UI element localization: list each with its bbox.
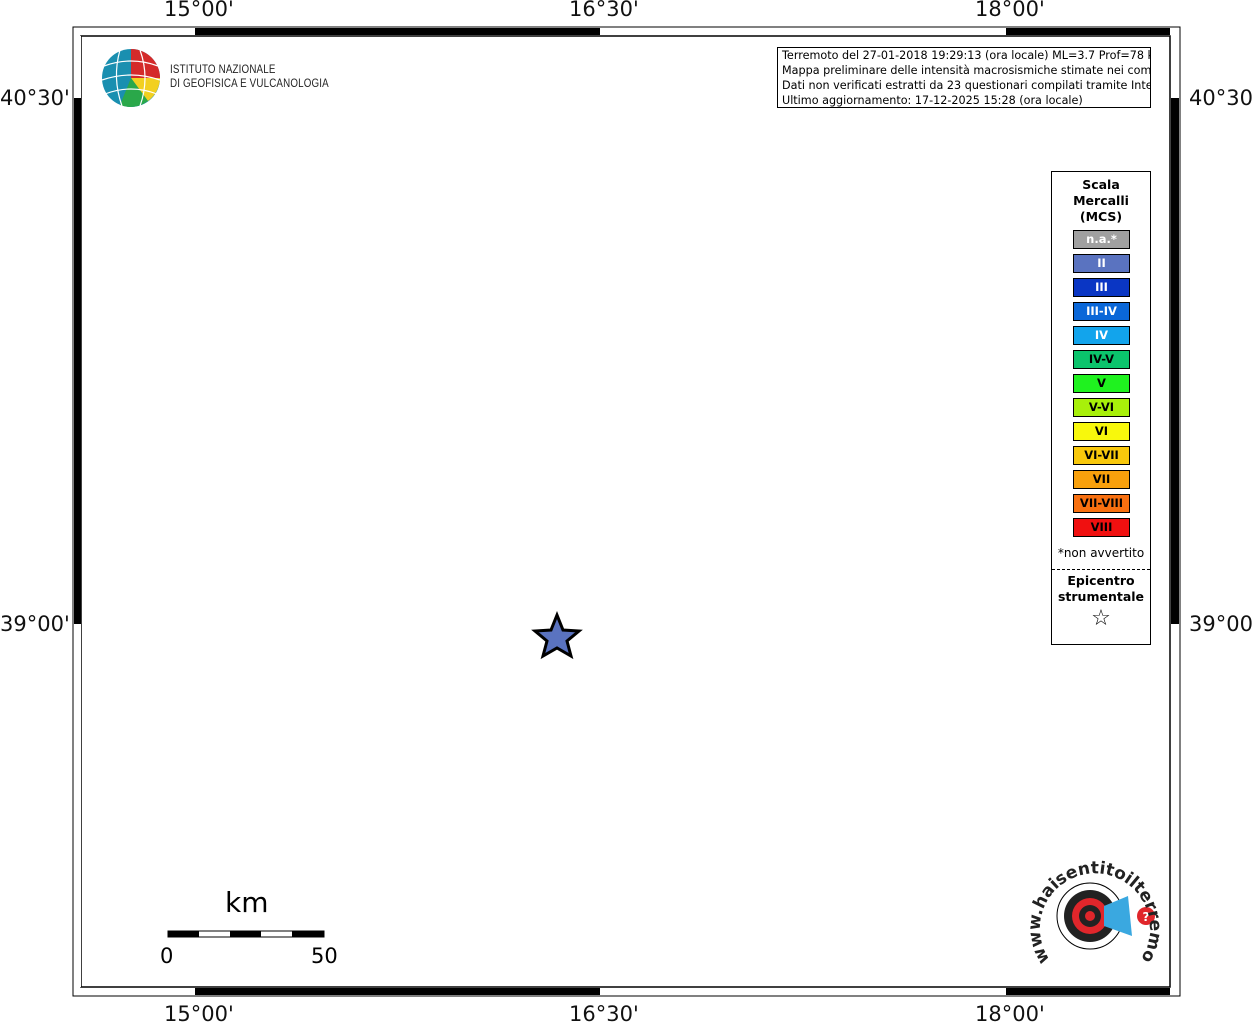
legend-swatch-iii-iv: III-IV: [1073, 302, 1130, 321]
lat-label-left-2: 39°00': [0, 612, 70, 636]
legend-swatch-v: V: [1073, 374, 1130, 393]
legend-title-line-3: (MCS): [1079, 209, 1123, 224]
legend-divider: [1052, 569, 1150, 570]
legend-epicenter-label: Epicentro strumentale: [1052, 573, 1150, 605]
legend-epicenter-line-2: strumentale: [1057, 589, 1145, 604]
legend-swatch-n-a: n.a.*: [1073, 230, 1130, 249]
lon-label-top-3: 18°00': [975, 0, 1045, 21]
legend-swatch-vi: VI: [1073, 422, 1130, 441]
legend-title-line-1: Scala: [1082, 177, 1120, 192]
lon-label-top-2: 16°30': [569, 0, 639, 21]
legend-swatch-viii: VIII: [1073, 518, 1130, 537]
legend-note: *non avvertito: [1057, 546, 1145, 560]
scale-start: 0: [160, 944, 174, 968]
legend-swatch-vii-viii: VII-VIII: [1073, 494, 1130, 513]
lon-label-bottom-2: 16°30': [569, 1002, 639, 1026]
ingv-logo-text: ISTITUTO NAZIONALE DI GEOFISICA E VULCAN…: [170, 63, 329, 91]
lat-label-right-1: 40°30': [1189, 86, 1254, 110]
legend-swatch-vii: VII: [1073, 470, 1130, 489]
legend-star-icon: ☆: [1091, 606, 1111, 631]
scale-bar: [167, 930, 325, 938]
event-info-line-3: Dati non verificati estratti da 23 quest…: [782, 79, 1151, 92]
legend-title-line-2: Mercalli: [1073, 193, 1129, 208]
map-frame: [72, 26, 1181, 997]
legend-title: Scala Mercalli (MCS): [1052, 177, 1150, 225]
lon-label-bottom-1: 15°00': [164, 1002, 234, 1026]
ingv-logo-line2: DI GEOFISICA E VULCANOLOGIA: [170, 78, 329, 90]
lat-label-right-2: 39°00': [1189, 612, 1254, 636]
ingv-logo-line1: ISTITUTO NAZIONALE: [170, 64, 276, 76]
legend-swatch-iv-v: IV-V: [1073, 350, 1130, 369]
ingv-logo-globe-icon: [101, 49, 161, 107]
mcs-legend: Scala Mercalli (MCS) n.a.* II III III-IV IV I…: [1051, 171, 1151, 645]
event-info-line-1: Terremoto del 27-01-2018 19:29:13 (ora l…: [782, 49, 1151, 62]
scale-end: 50: [311, 944, 338, 968]
event-info-line-2: Mappa preliminare delle intensità macros…: [782, 64, 1151, 77]
legend-swatch-vi-vii: VI-VII: [1073, 446, 1130, 465]
event-info-box: Terremoto del 27-01-2018 19:29:13 (ora l…: [777, 47, 1151, 108]
scale-unit: km: [225, 886, 269, 919]
event-info-line-4: Ultimo aggiornamento: 17-12-2025 15:28 (…: [782, 94, 1083, 107]
legend-epicenter-line-1: Epicentro: [1067, 573, 1135, 588]
legend-swatch-iii: III: [1073, 278, 1130, 297]
legend-swatch-v-vi: V-VI: [1073, 398, 1130, 417]
legend-swatch-iv: IV: [1073, 326, 1130, 345]
lon-label-top-1: 15°00': [164, 0, 234, 21]
legend-swatch-ii: II: [1073, 254, 1130, 273]
lon-label-bottom-3: 18°00': [975, 1002, 1045, 1026]
lat-label-left-1: 40°30': [0, 86, 70, 110]
